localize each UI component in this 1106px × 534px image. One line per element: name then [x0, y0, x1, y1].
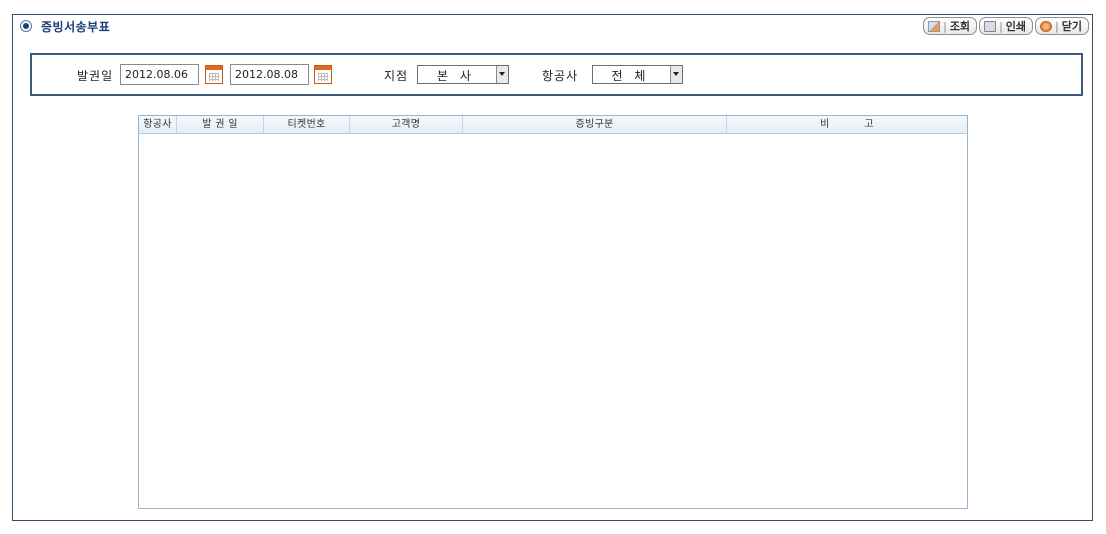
column-header-ticket-number[interactable]: 티켓번호 — [264, 116, 350, 133]
airline-label: 항공사 — [542, 69, 579, 83]
search-button-label: 조회 — [949, 20, 971, 33]
result-table: 항공사 발 권 일 티켓번호 고객명 증빙구분 비 고 — [138, 115, 968, 509]
button-separator: | — [943, 19, 947, 33]
branch-label: 지점 — [384, 69, 409, 83]
branch-select[interactable]: 본 사 — [417, 65, 509, 84]
print-button-label: 인쇄 — [1005, 20, 1027, 33]
column-header-customer-name[interactable]: 고객명 — [350, 116, 463, 133]
table-header: 항공사 발 권 일 티켓번호 고객명 증빙구분 비 고 — [139, 116, 967, 134]
search-icon — [928, 20, 941, 32]
close-icon — [1040, 20, 1053, 32]
page-header: 증빙서송부표 — [20, 17, 110, 35]
table-body — [139, 134, 967, 508]
search-filter-bar: 발권일 지점 본 사 항공사 전 체 — [30, 53, 1083, 96]
action-toolbar: | 조회 | 인쇄 | 닫기 — [923, 17, 1089, 35]
print-button[interactable]: | 인쇄 — [979, 17, 1034, 35]
chevron-down-icon — [670, 66, 682, 83]
close-button[interactable]: | 닫기 — [1035, 17, 1089, 35]
column-header-airline[interactable]: 항공사 — [139, 116, 177, 133]
date-to-input[interactable] — [230, 64, 309, 85]
airline-select-value: 전 체 — [611, 69, 650, 83]
column-header-document-type[interactable]: 증빙구분 — [463, 116, 727, 133]
calendar-icon[interactable] — [314, 65, 332, 84]
close-button-label: 닫기 — [1061, 20, 1082, 33]
airline-select[interactable]: 전 체 — [592, 65, 683, 84]
search-button[interactable]: | 조회 — [923, 17, 978, 35]
calendar-icon[interactable] — [205, 65, 223, 84]
branch-select-value: 본 사 — [437, 69, 475, 83]
button-separator: | — [999, 19, 1003, 33]
issue-date-label: 발권일 — [77, 69, 114, 83]
printer-icon — [984, 20, 997, 32]
radio-bullet-icon — [20, 20, 32, 32]
button-separator: | — [1055, 19, 1059, 33]
column-header-remarks[interactable]: 비 고 — [727, 116, 967, 133]
chevron-down-icon — [496, 66, 508, 83]
date-from-input[interactable] — [120, 64, 199, 85]
column-header-issue-date[interactable]: 발 권 일 — [177, 116, 264, 133]
page-title: 증빙서송부표 — [41, 19, 111, 34]
